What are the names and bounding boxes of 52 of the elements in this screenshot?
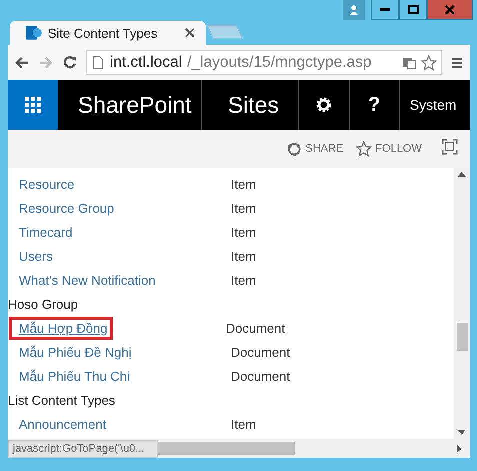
maximize-icon [408,5,418,14]
content-type-link[interactable]: Mẫu Phiếu Thu Chi [19,368,231,384]
scroll-down-icon[interactable] [458,430,466,435]
minimize-icon [380,8,390,12]
close-icon [445,4,455,14]
url-path: /_layouts/15/mngctype.asp [187,54,372,72]
page-icon[interactable] [91,56,105,70]
content-type-link[interactable]: What's New Notification [19,272,231,288]
content-type-link[interactable]: Resource Group [19,200,231,216]
parent-type: Document [231,368,290,384]
grid-icon [25,97,41,113]
parent-type: Document [226,320,286,336]
close-icon[interactable] [184,27,196,39]
group-heading: Hoso Group [8,296,78,312]
content-type-link[interactable]: Resource [19,176,231,192]
vertical-scrollbar[interactable] [454,168,470,439]
parent-type: Item [231,272,256,288]
parent-type: Item [231,248,256,264]
scroll-up-icon[interactable] [458,172,466,177]
scroll-right-icon[interactable] [457,444,462,452]
focus-icon[interactable] [442,138,458,154]
parent-type: Document [231,344,290,360]
gear-icon [315,96,333,114]
parent-type: Item [231,416,256,432]
follow-button[interactable]: FOLLOW [356,141,422,157]
content-type-link[interactable]: Users [19,248,231,264]
parent-type: Item [231,200,256,216]
parent-type: Item [231,176,256,192]
user-menu[interactable]: System [400,80,470,130]
address-field[interactable]: int.ctl.local /_layouts/15/mngctype.asp [86,50,442,75]
status-bar: javascript:GoToPage('\u0... [8,440,158,458]
url-host: int.ctl.local [110,54,182,72]
browser-tab[interactable]: Site Content Types [10,21,206,45]
scroll-thumb[interactable] [456,323,468,351]
content-type-link[interactable]: Announcement [19,416,231,432]
menu-icon[interactable] [450,56,464,70]
star-icon[interactable] [421,54,437,70]
content-type-link[interactable]: Timecard [19,224,231,240]
minimize-button[interactable] [371,0,399,20]
app-launcher-button[interactable] [8,80,58,130]
close-button[interactable] [427,0,473,20]
parent-type: Item [231,224,256,240]
content-type-link[interactable]: Mẫu Phiếu Đề Nghị [19,344,231,360]
maximize-button[interactable] [399,0,427,20]
reload-icon[interactable] [62,56,78,70]
scroll-thumb[interactable] [158,442,295,455]
share-button[interactable]: SHARE [286,142,344,156]
group-heading: List Content Types [8,392,116,408]
share-icon [286,142,302,156]
user-icon[interactable] [343,0,365,20]
back-arrow-icon[interactable] [14,56,30,70]
star-icon [356,141,372,157]
